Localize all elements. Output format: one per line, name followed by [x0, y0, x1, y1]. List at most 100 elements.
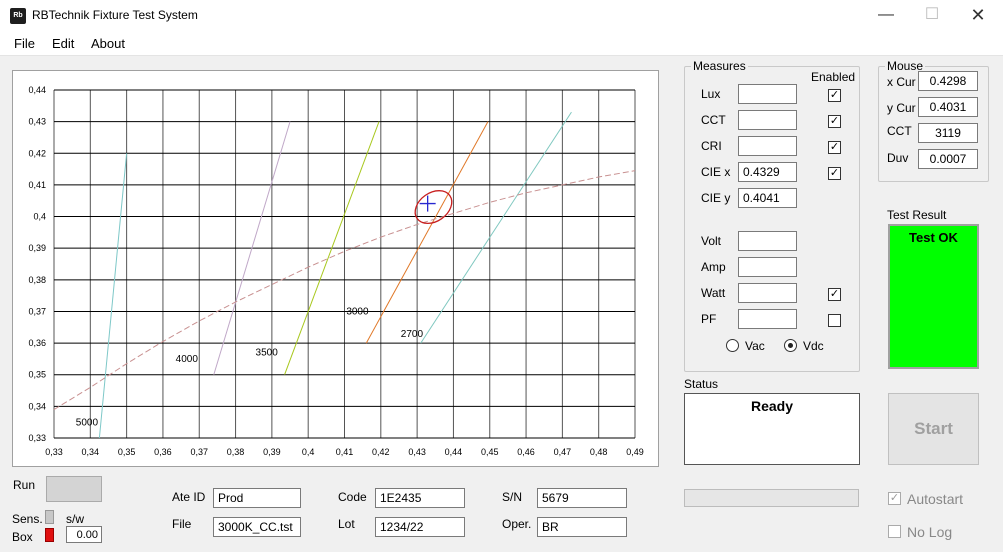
lux-label: Lux [701, 87, 721, 101]
y-tick-label: 0,35 [28, 370, 46, 380]
volt-field[interactable] [738, 231, 797, 251]
pf-field[interactable] [738, 309, 797, 329]
x-tick-label: 0,47 [554, 447, 572, 457]
x-tick-label: 0,35 [118, 447, 136, 457]
x-tick-label: 0,44 [445, 447, 463, 457]
x-tick-label: 0,38 [227, 447, 245, 457]
y-tick-label: 0,38 [28, 275, 46, 285]
ate-id-label: Ate ID [172, 490, 206, 504]
cie-y-label: CIE y [701, 191, 731, 205]
x-tick-label: 0,46 [517, 447, 535, 457]
sw-label: s/w [66, 512, 84, 526]
menu-file[interactable]: File [14, 36, 35, 51]
x-tick-label: 0,4 [302, 447, 315, 457]
lux-enabled-checkbox[interactable]: ✓ [828, 89, 841, 102]
x-tick-label: 0,43 [408, 447, 426, 457]
autostart-checkbox[interactable]: ✓ [888, 492, 901, 505]
maximize-button[interactable]: ☐ [909, 0, 955, 32]
file-label: File [172, 517, 192, 531]
cie-x-field[interactable]: 0.4329 [738, 162, 797, 182]
amp-field[interactable] [738, 257, 797, 277]
pf-label: PF [701, 312, 717, 326]
title-bar: Rb RBTechnik Fixture Test System — ☐ ✕ [0, 0, 1003, 32]
window-title: RBTechnik Fixture Test System [32, 8, 198, 22]
minimize-button[interactable]: — [863, 0, 909, 32]
nolog-checkbox[interactable] [888, 525, 901, 538]
oper-field[interactable]: BR [537, 517, 627, 537]
x-tick-label: 0,37 [190, 447, 208, 457]
y-tick-label: 0,43 [28, 117, 46, 127]
cri-enabled-checkbox[interactable]: ✓ [828, 141, 841, 154]
lot-field[interactable]: 1234/22 [375, 517, 465, 537]
box-value-field: 0.00 [66, 526, 102, 543]
x-tick-label: 0,45 [481, 447, 499, 457]
x-tick-label: 0,48 [590, 447, 608, 457]
vac-label: Vac [745, 339, 765, 353]
test-result-label: Test Result [887, 208, 947, 222]
cri-label: CRI [701, 139, 722, 153]
cct-label-2700: 2700 [401, 329, 424, 340]
y-tick-label: 0,33 [28, 433, 46, 443]
cct-isoline-3000 [365, 121, 489, 344]
mouse-cct-label: CCT [887, 124, 912, 138]
x-tick-label: 0,34 [82, 447, 100, 457]
cri-field[interactable] [738, 136, 797, 156]
status-box: Ready [684, 393, 860, 465]
box-label: Box [12, 530, 33, 544]
menu-about[interactable]: About [91, 36, 125, 51]
sens-label: Sens. [12, 512, 43, 526]
watt-enabled-checkbox[interactable]: ✓ [828, 288, 841, 301]
enabled-header: Enabled [811, 70, 856, 84]
app-icon: Rb [10, 8, 26, 24]
cct-isoline-5000 [98, 153, 128, 439]
y-tick-label: 0,44 [28, 85, 46, 95]
close-button[interactable]: ✕ [955, 0, 1001, 32]
x-tick-label: 0,49 [626, 447, 644, 457]
cct-field[interactable] [738, 110, 797, 130]
file-field[interactable]: 3000K_CC.tst [213, 517, 301, 537]
sn-field[interactable]: 5679 [537, 488, 627, 508]
status-label: Status [684, 377, 719, 391]
vdc-radio[interactable] [784, 339, 797, 352]
duv-field: 0.0007 [918, 149, 978, 169]
cie-x-label: CIE x [701, 165, 731, 179]
y-tick-label: 0,37 [28, 306, 46, 316]
y-tick-label: 0,4 [33, 212, 46, 222]
y-tick-label: 0,39 [28, 243, 46, 253]
code-field[interactable]: 1E2435 [375, 488, 465, 508]
vdc-label: Vdc [803, 339, 824, 353]
test-result-text: Test OK [909, 230, 958, 245]
sens-indicator [45, 510, 54, 524]
mouse-cct-field: 3119 [918, 123, 978, 143]
progress-bar [684, 489, 859, 507]
vac-radio[interactable] [726, 339, 739, 352]
target-ellipse [414, 190, 453, 225]
nolog-label: No Log [907, 524, 953, 540]
lux-field[interactable] [738, 84, 797, 104]
cie-x-enabled-checkbox[interactable]: ✓ [828, 167, 841, 180]
x-tick-label: 0,42 [372, 447, 390, 457]
xcur-field: 0.4298 [918, 71, 978, 91]
sn-label: S/N [502, 490, 523, 504]
cct-label-5000: 5000 [76, 417, 99, 428]
menu-edit[interactable]: Edit [52, 36, 74, 51]
x-tick-label: 0,33 [45, 447, 63, 457]
cct-isoline-2700 [420, 111, 572, 344]
duv-label: Duv [887, 151, 909, 165]
cie-y-field[interactable]: 0.4041 [738, 188, 797, 208]
code-label: Code [338, 490, 367, 504]
test-result-box: Test OK [888, 224, 979, 369]
oper-label: Oper. [502, 517, 532, 531]
pf-enabled-checkbox[interactable] [828, 314, 841, 327]
start-button[interactable]: Start [888, 393, 979, 465]
watt-field[interactable] [738, 283, 797, 303]
ate-id-field[interactable]: Prod [213, 488, 301, 508]
autostart-label: Autostart [907, 491, 964, 507]
cie-chart[interactable]: 0,33 0,34 0,35 0,36 0,37 0,38 0,39 0,4 0,41 0,42 0… [13, 71, 658, 466]
run-label: Run [13, 478, 36, 492]
measures-title: Measures [691, 59, 748, 73]
cct-label: CCT [701, 113, 726, 127]
cct-enabled-checkbox[interactable]: ✓ [828, 115, 841, 128]
cie-chart-panel[interactable]: 0,33 0,34 0,35 0,36 0,37 0,38 0,39 0,4 0,41 0,42 0… [12, 70, 659, 467]
y-tick-label: 0,41 [28, 180, 46, 190]
